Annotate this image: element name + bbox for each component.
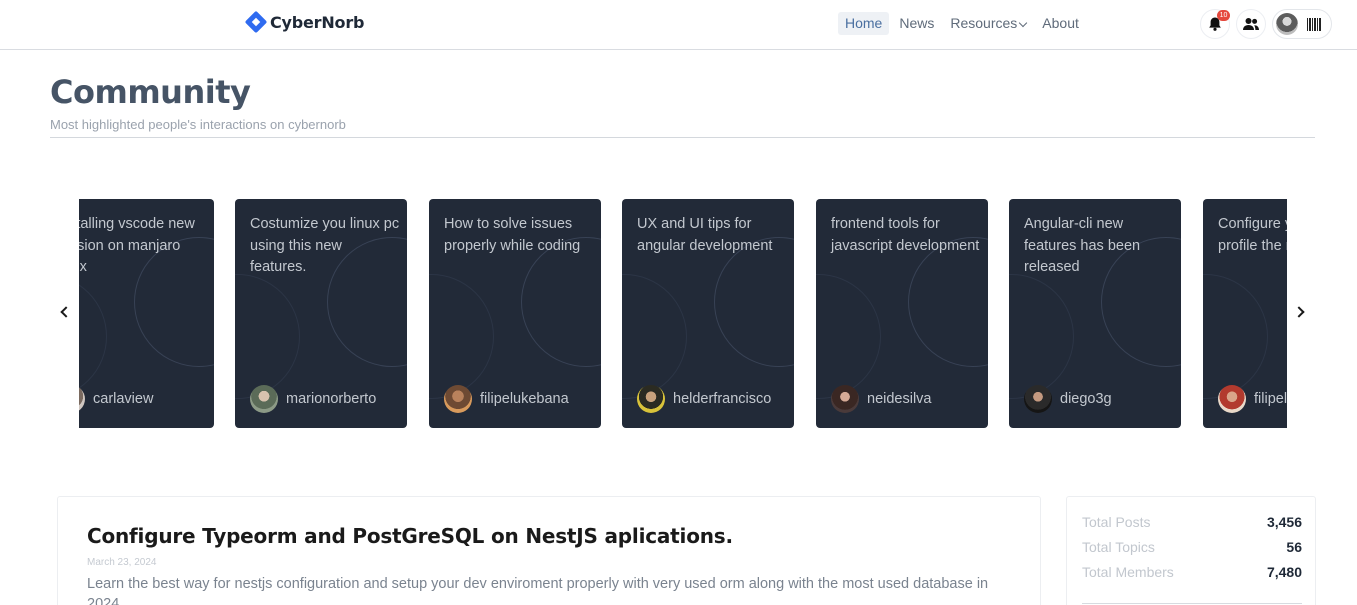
- card-title: Configure your linkedin profile the righ…: [1218, 216, 1287, 254]
- main-nav: Home News Resources About: [838, 12, 1089, 35]
- card-title: Angular-cli new features has been releas…: [1024, 216, 1141, 275]
- card-author: filipelukebana: [1218, 385, 1287, 413]
- stats-divider: [1082, 603, 1302, 604]
- author-avatar: [637, 385, 665, 413]
- stat-value: 56: [1286, 539, 1302, 555]
- author-avatar: [1218, 385, 1246, 413]
- stat-label: Total Posts: [1082, 514, 1151, 530]
- stat-value: 3,456: [1266, 514, 1302, 530]
- stat-label: Total Members: [1082, 564, 1174, 580]
- nav-news[interactable]: News: [893, 12, 940, 35]
- profile-menu-button[interactable]: [1272, 9, 1332, 39]
- author-avatar: [444, 385, 472, 413]
- author-name: marionorberto: [286, 391, 377, 407]
- community-card[interactable]: Costumize you linux pc using this new fe…: [235, 199, 407, 428]
- community-card[interactable]: Installing vscode new version on manjaro…: [79, 199, 214, 428]
- toolbar-icons: 10: [1200, 9, 1332, 39]
- post-date: March 23, 2024: [87, 557, 157, 568]
- chevron-left-icon: [60, 306, 72, 318]
- chevron-down-icon: [1019, 18, 1028, 27]
- community-card[interactable]: UX and UI tips for angular development h…: [622, 199, 794, 428]
- nav-home-label: Home: [845, 15, 883, 31]
- author-name: filipelukebana: [1254, 391, 1287, 407]
- community-card[interactable]: How to solve issues properly while codin…: [429, 199, 601, 428]
- author-name: filipelukebana: [480, 391, 569, 407]
- post-title[interactable]: Configure Typeorm and PostGreSQL on Nest…: [87, 524, 733, 548]
- community-card[interactable]: Configure your linkedin profile the righ…: [1203, 199, 1287, 428]
- nav-resources-label: Resources: [950, 15, 1018, 31]
- stat-total-topics: Total Topics 56: [1082, 539, 1302, 555]
- card-author: carlaview: [79, 385, 153, 413]
- community-stats: Total Posts 3,456 Total Topics 56 Total …: [1066, 496, 1316, 605]
- page-title: Community: [50, 73, 251, 111]
- card-title: UX and UI tips for angular development: [637, 216, 773, 254]
- community-carousel: Installing vscode new version on manjaro…: [79, 199, 1287, 428]
- author-name: diego3g: [1060, 391, 1112, 407]
- nav-resources[interactable]: Resources: [944, 12, 1032, 35]
- featured-post[interactable]: Configure Typeorm and PostGreSQL on Nest…: [57, 496, 1041, 605]
- page-subtitle: Most highlighted people's interactions o…: [50, 117, 346, 132]
- author-name: helderfrancisco: [673, 391, 772, 407]
- stat-total-members: Total Members 7,480: [1082, 564, 1302, 580]
- notification-count-badge: 10: [1217, 10, 1230, 21]
- community-button[interactable]: [1236, 9, 1266, 39]
- notifications-button[interactable]: 10: [1200, 9, 1230, 39]
- post-excerpt: Learn the best way for nestjs configurat…: [87, 576, 989, 605]
- card-author: diego3g: [1024, 385, 1112, 413]
- community-card[interactable]: frontend tools for javascript developmen…: [816, 199, 988, 428]
- community-card[interactable]: Angular-cli new features has been releas…: [1009, 199, 1181, 428]
- logo-icon: [244, 10, 268, 34]
- card-title: Installing vscode new version on manjaro…: [79, 216, 195, 275]
- header-divider: [50, 137, 1315, 138]
- card-title: How to solve issues properly while codin…: [444, 216, 581, 254]
- nav-news-label: News: [899, 15, 935, 31]
- card-author: helderfrancisco: [637, 385, 771, 413]
- stat-value: 7,480: [1266, 564, 1302, 580]
- author-avatar: [831, 385, 859, 413]
- users-icon: [1243, 18, 1259, 30]
- stat-label: Total Topics: [1082, 539, 1155, 555]
- nav-about[interactable]: About: [1036, 12, 1085, 35]
- author-name: carlaview: [93, 391, 154, 407]
- carousel-prev-button[interactable]: [56, 304, 72, 320]
- brand-logo[interactable]: CyberNorb: [244, 10, 365, 34]
- avatar: [1276, 13, 1298, 35]
- navbar: CyberNorb Home News Resources About 10: [0, 0, 1357, 50]
- card-title: Costumize you linux pc using this new fe…: [250, 216, 400, 275]
- card-title: frontend tools for javascript developmen…: [831, 216, 980, 254]
- author-avatar: [250, 385, 278, 413]
- card-author: neidesilva: [831, 385, 932, 413]
- author-name: neidesilva: [867, 391, 932, 407]
- author-avatar: [1024, 385, 1052, 413]
- nav-about-label: About: [1042, 15, 1079, 31]
- carousel-next-button[interactable]: [1293, 304, 1309, 320]
- nav-home[interactable]: Home: [838, 12, 890, 35]
- card-author: filipelukebana: [444, 385, 569, 413]
- brand-name: CyberNorb: [270, 12, 365, 32]
- barcode-icon: [1307, 17, 1321, 31]
- author-avatar: [79, 385, 85, 413]
- chevron-right-icon: [1293, 306, 1305, 318]
- card-author: marionorberto: [250, 385, 376, 413]
- stat-total-posts: Total Posts 3,456: [1082, 514, 1302, 530]
